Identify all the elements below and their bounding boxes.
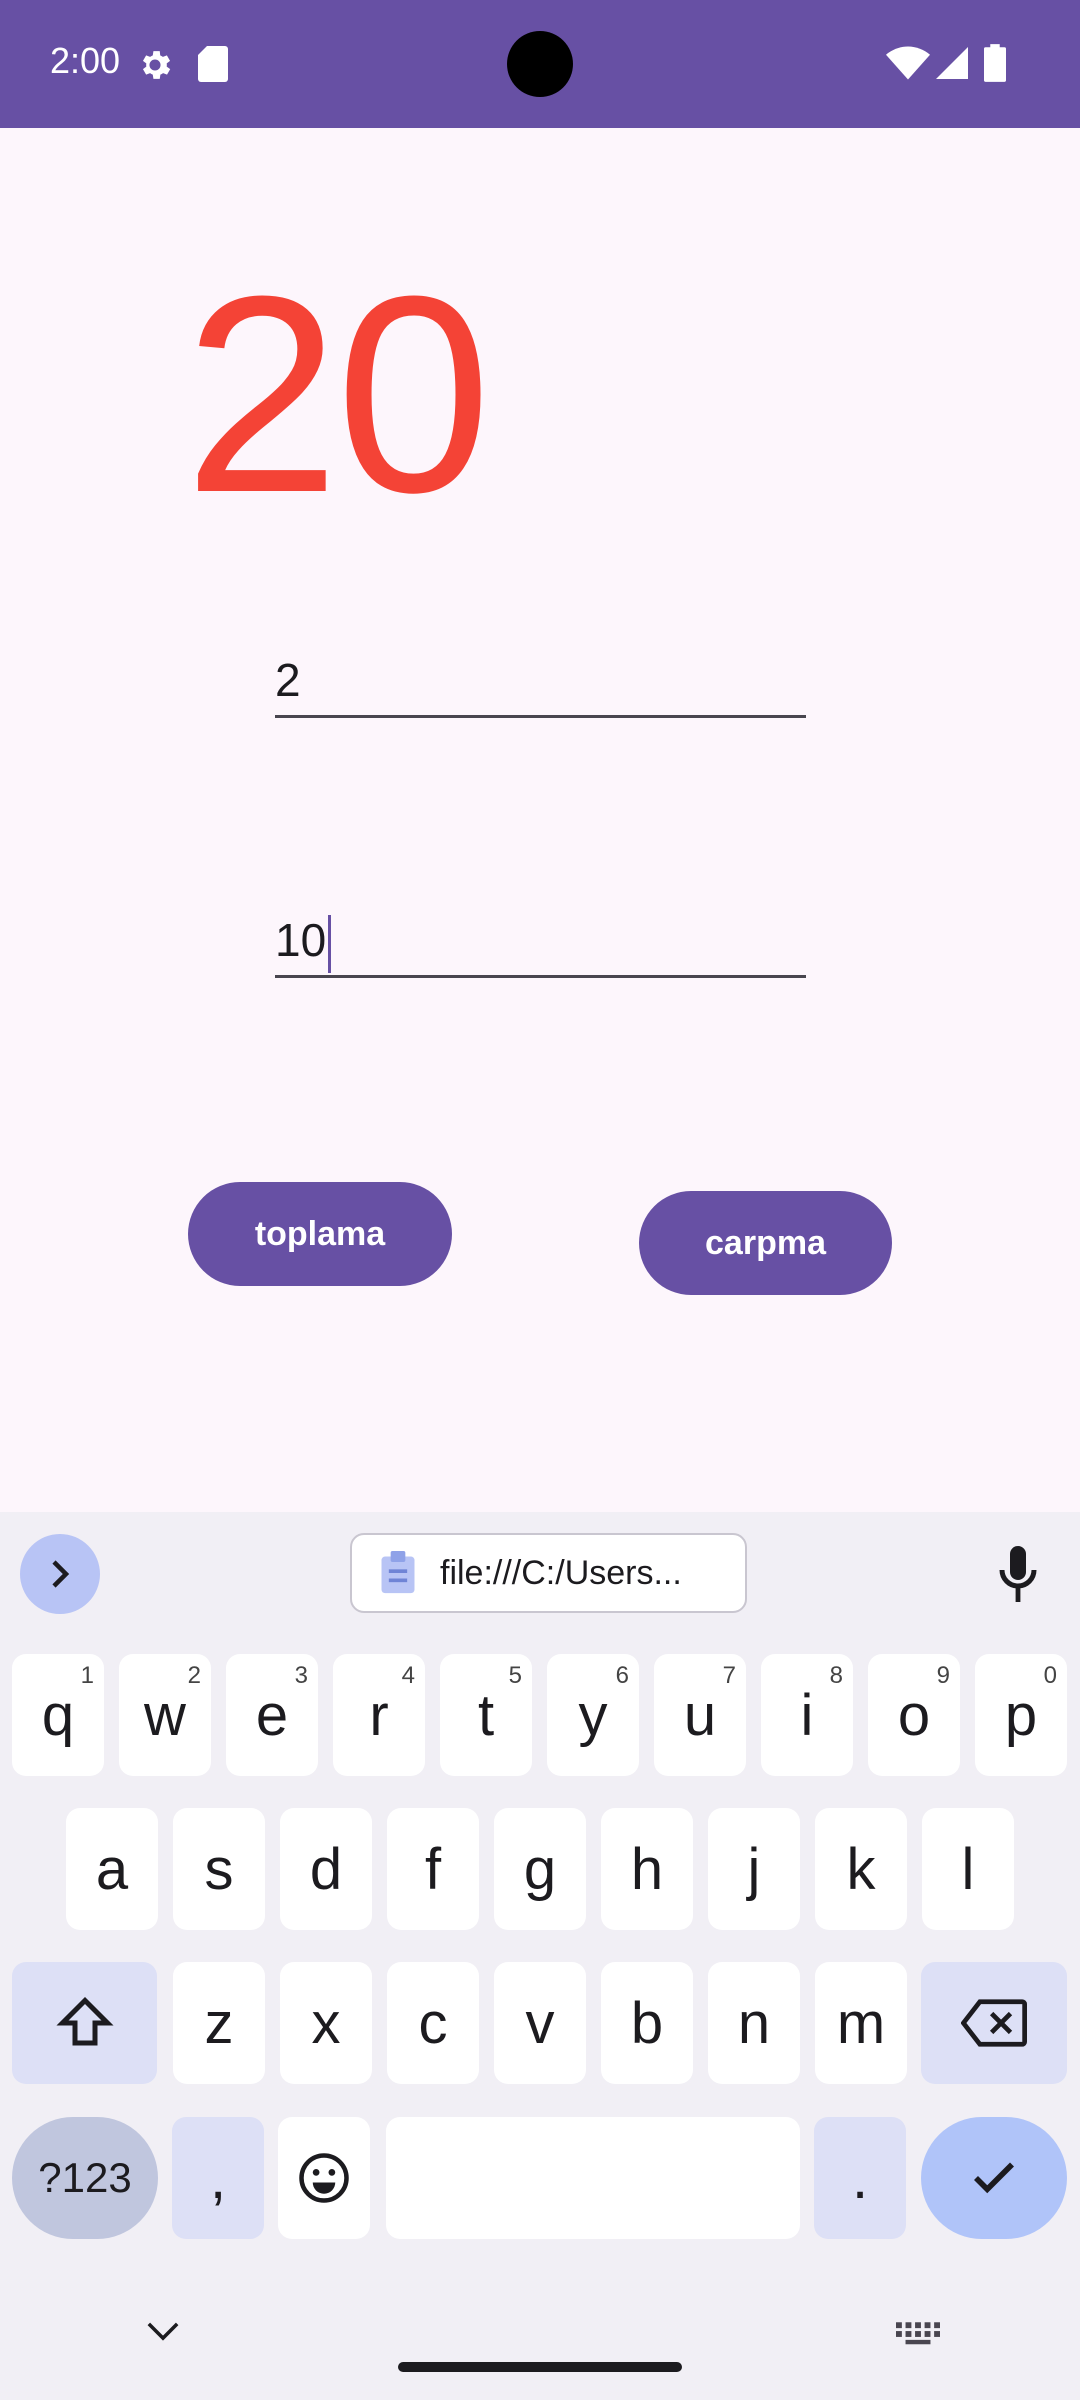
key-k[interactable]: k — [815, 1808, 907, 1930]
battery-icon — [984, 44, 1006, 82]
key-hint: 1 — [80, 1662, 94, 1689]
number-input-2-value: 10 — [275, 914, 327, 966]
shift-icon — [55, 1996, 114, 2046]
gear-icon — [142, 51, 171, 79]
soft-keyboard: file:///C:/Users... — [0, 1512, 1080, 2400]
key-hint: 9 — [936, 1662, 950, 1689]
key-label: t — [477, 1682, 495, 1748]
key-f[interactable]: f — [387, 1808, 479, 1930]
number-input-2[interactable]: 10 — [275, 905, 806, 978]
key-l[interactable]: l — [922, 1808, 1014, 1930]
mic-icon[interactable] — [998, 1546, 1038, 1602]
backspace-icon — [961, 1999, 1027, 2047]
key-t[interactable]: t5 — [440, 1654, 532, 1776]
clipboard-icon — [381, 1551, 415, 1594]
carpma-button[interactable]: carpma — [639, 1191, 892, 1295]
text-cursor — [328, 914, 332, 973]
key-y[interactable]: y6 — [547, 1654, 639, 1776]
key-hint: 8 — [829, 1662, 843, 1689]
status-bar: 2:00 — [0, 0, 1080, 128]
toplama-button[interactable]: toplama — [188, 1182, 452, 1286]
key-label: o — [897, 1682, 931, 1748]
key-q[interactable]: q1 — [12, 1654, 104, 1776]
key-label: w — [144, 1682, 186, 1748]
number-input-1[interactable]: 2 — [275, 645, 806, 718]
keyboard-icon[interactable] — [896, 2322, 940, 2346]
key-hint: 5 — [508, 1662, 522, 1689]
key-hint: 2 — [187, 1662, 201, 1689]
sd-card-icon — [198, 46, 228, 82]
result-display: 20 — [184, 239, 491, 551]
key-a[interactable]: a — [66, 1808, 158, 1930]
key-label: q — [41, 1682, 75, 1748]
key-label: i — [800, 1682, 814, 1748]
key-r[interactable]: r4 — [333, 1654, 425, 1776]
clipboard-text: file:///C:/Users... — [440, 1553, 682, 1592]
period-key[interactable]: . — [814, 2117, 906, 2239]
wifi-icon — [886, 46, 930, 80]
key-h[interactable]: h — [601, 1808, 693, 1930]
key-label: p — [1004, 1682, 1038, 1748]
key-label: r — [369, 1682, 389, 1748]
shift-key[interactable] — [12, 1962, 157, 2084]
key-hint: 3 — [294, 1662, 308, 1689]
signal-icon — [936, 47, 968, 79]
home-gesture-bar[interactable] — [398, 2362, 682, 2372]
key-c[interactable]: c — [387, 1962, 479, 2084]
key-b[interactable]: b — [601, 1962, 693, 2084]
clipboard-suggestion[interactable]: file:///C:/Users... — [350, 1533, 747, 1613]
key-label: y — [578, 1682, 608, 1748]
key-label: e — [255, 1682, 289, 1748]
check-icon — [974, 2162, 1014, 2194]
key-hint: 0 — [1043, 1662, 1057, 1689]
enter-key[interactable] — [921, 2117, 1067, 2239]
status-time: 2:00 — [50, 40, 121, 81]
key-x[interactable]: x — [280, 1962, 372, 2084]
key-d[interactable]: d — [280, 1808, 372, 1930]
backspace-key[interactable] — [921, 1962, 1067, 2084]
key-hint: 7 — [722, 1662, 736, 1689]
keyboard-expand-button[interactable] — [20, 1534, 100, 1614]
key-n[interactable]: n — [708, 1962, 800, 2084]
key-j[interactable]: j — [708, 1808, 800, 1930]
comma-key[interactable]: , — [172, 2117, 264, 2239]
key-u[interactable]: u7 — [654, 1654, 746, 1776]
key-hint: 6 — [615, 1662, 629, 1689]
emoji-key[interactable] — [278, 2117, 370, 2239]
camera-cutout — [507, 31, 573, 97]
key-g[interactable]: g — [494, 1808, 586, 1930]
key-v[interactable]: v — [494, 1962, 586, 2084]
key-e[interactable]: e3 — [226, 1654, 318, 1776]
space-key[interactable] — [386, 2117, 800, 2239]
key-w[interactable]: w2 — [119, 1654, 211, 1776]
key-s[interactable]: s — [173, 1808, 265, 1930]
key-m[interactable]: m — [815, 1962, 907, 2084]
chevron-down-icon[interactable] — [146, 2320, 180, 2342]
symbols-key[interactable]: ?123 — [12, 2117, 158, 2239]
key-hint: 4 — [401, 1662, 415, 1689]
emoji-icon — [299, 2153, 349, 2203]
number-input-1-value: 2 — [275, 654, 301, 706]
key-label: u — [683, 1682, 717, 1748]
key-z[interactable]: z — [173, 1962, 265, 2084]
key-p[interactable]: p0 — [975, 1654, 1067, 1776]
chevron-right-icon — [52, 1560, 70, 1588]
key-i[interactable]: i8 — [761, 1654, 853, 1776]
key-o[interactable]: o9 — [868, 1654, 960, 1776]
